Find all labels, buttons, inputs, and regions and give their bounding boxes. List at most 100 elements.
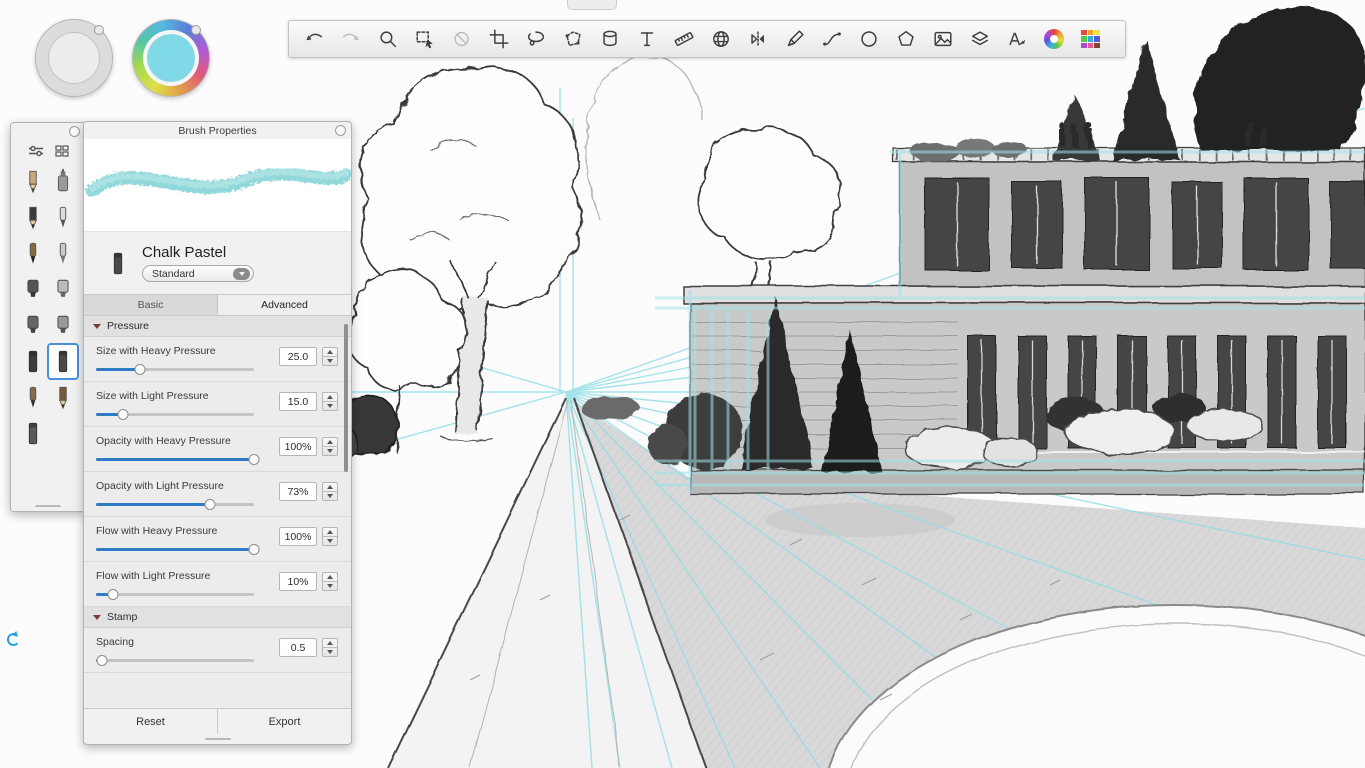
slider-thumb[interactable] xyxy=(248,543,260,555)
brush-settings-icon[interactable] xyxy=(28,145,44,157)
slider-thumb[interactable] xyxy=(96,654,108,666)
polyline-select-tool-button[interactable] xyxy=(554,22,591,56)
color-puck[interactable] xyxy=(132,19,210,97)
slider-track[interactable] xyxy=(96,543,260,555)
brush-puck-surface[interactable] xyxy=(48,32,100,84)
brush-broad-marker[interactable] xyxy=(48,308,78,343)
brush-charcoal[interactable] xyxy=(18,344,48,379)
value-field[interactable]: 10% xyxy=(279,572,317,591)
settings-scrollbar[interactable] xyxy=(344,324,348,472)
brush-properties-resize-handle[interactable] xyxy=(84,734,351,744)
brush-palette-menu-button[interactable] xyxy=(69,126,80,137)
brush-chisel-marker[interactable] xyxy=(48,272,78,307)
brush-marker[interactable] xyxy=(18,272,48,307)
value-field[interactable]: 25.0 xyxy=(279,347,317,366)
ruler-tool-button[interactable] xyxy=(665,22,702,56)
value-field[interactable]: 73% xyxy=(279,482,317,501)
value-field[interactable]: 15.0 xyxy=(279,392,317,411)
fill-tool-button[interactable] xyxy=(591,22,628,56)
symmetry-tool-button[interactable] xyxy=(739,22,776,56)
shapes-tool-button[interactable] xyxy=(887,22,924,56)
brush-puck-pin-icon[interactable] xyxy=(94,25,104,35)
brush-chalk-pastel[interactable] xyxy=(47,343,79,380)
crop-tool-button[interactable] xyxy=(480,22,517,56)
brush-fountain-pen[interactable] xyxy=(18,236,48,271)
export-button[interactable]: Export xyxy=(217,709,351,734)
brush-round-brush[interactable] xyxy=(48,236,78,271)
color-palette-button[interactable] xyxy=(1072,22,1109,56)
brush-palette-titlebar[interactable] xyxy=(11,123,85,140)
stepper-down-button[interactable] xyxy=(323,491,337,500)
lasso-tool-button[interactable] xyxy=(517,22,554,56)
brush-smudge[interactable] xyxy=(18,380,48,415)
text-tool-button[interactable] xyxy=(628,22,665,56)
value-field[interactable]: 0.5 xyxy=(279,638,317,657)
brush-thumbnail xyxy=(106,250,130,277)
slider-thumb[interactable] xyxy=(248,453,260,465)
perspective-guide-tool-button[interactable] xyxy=(702,22,739,56)
steady-stroke-tool-button[interactable] xyxy=(776,22,813,56)
slider-thumb[interactable] xyxy=(204,498,216,510)
stepper-down-button[interactable] xyxy=(323,401,337,410)
stepper-up-button[interactable] xyxy=(323,348,337,356)
brush-flat-marker[interactable] xyxy=(18,308,48,343)
current-color-swatch[interactable] xyxy=(147,34,195,82)
lettering-tool-button[interactable] xyxy=(998,22,1035,56)
stepper-up-button[interactable] xyxy=(323,573,337,581)
section-header-stamp[interactable]: Stamp xyxy=(84,607,351,628)
tab-advanced[interactable]: Advanced xyxy=(218,295,351,315)
color-wheel-button[interactable] xyxy=(1035,22,1072,56)
value-field[interactable]: 100% xyxy=(279,527,317,546)
deselect-button[interactable] xyxy=(443,22,480,56)
color-puck-ring[interactable] xyxy=(143,30,199,86)
slider-track[interactable] xyxy=(96,588,254,600)
stepper-down-button[interactable] xyxy=(323,446,337,455)
import-image-tool-button[interactable] xyxy=(924,22,961,56)
slider-thumb[interactable] xyxy=(107,588,119,600)
slider-track[interactable] xyxy=(96,498,254,510)
brush-library-icon[interactable] xyxy=(54,145,69,157)
stepper-down-button[interactable] xyxy=(323,647,337,656)
brush-pastel-pencil[interactable] xyxy=(48,380,78,415)
slider-thumb[interactable] xyxy=(117,408,129,420)
redo-button[interactable] xyxy=(332,22,369,56)
brush-ink-pen[interactable] xyxy=(18,200,48,235)
stepper-down-button[interactable] xyxy=(323,356,337,365)
undo-button[interactable] xyxy=(295,22,332,56)
brush-properties-menu-button[interactable] xyxy=(335,125,346,136)
brush-type-dropdown[interactable]: Standard xyxy=(142,265,254,282)
predictive-stroke-tool-button[interactable] xyxy=(813,22,850,56)
slider-track[interactable] xyxy=(96,363,254,375)
stepper-down-button[interactable] xyxy=(323,581,337,590)
brush-airbrush[interactable] xyxy=(48,164,78,199)
slider-track[interactable] xyxy=(96,654,254,666)
zoom-tool-button[interactable] xyxy=(369,22,406,56)
stepper-down-button[interactable] xyxy=(323,536,337,545)
brush-properties-titlebar[interactable]: Brush Properties xyxy=(84,122,351,139)
slider-track[interactable] xyxy=(96,453,260,465)
brush-puck[interactable] xyxy=(35,19,113,97)
predictive-stroke-tool-icon xyxy=(821,28,843,50)
value-field[interactable]: 100% xyxy=(279,437,317,456)
toolbar-collapse-handle[interactable] xyxy=(567,0,617,10)
stepper-up-button[interactable] xyxy=(323,393,337,401)
stepper-up-button[interactable] xyxy=(323,483,337,491)
section-header-pressure[interactable]: Pressure xyxy=(84,316,351,337)
brush-eraser[interactable] xyxy=(18,416,48,451)
stepper-up-button[interactable] xyxy=(323,639,337,647)
layers-tool-button[interactable] xyxy=(961,22,998,56)
brush-paintbrush[interactable] xyxy=(48,200,78,235)
setting-size-with-heavy-pressure: Size with Heavy Pressure 25.0 xyxy=(84,337,351,382)
slider-track[interactable] xyxy=(96,408,254,420)
stepper-up-button[interactable] xyxy=(323,438,337,446)
stepper-up-button[interactable] xyxy=(323,528,337,536)
brush-pencil[interactable] xyxy=(18,164,48,199)
brush-palette-resize-handle[interactable] xyxy=(11,501,85,511)
slider-thumb[interactable] xyxy=(134,363,146,375)
ellipse-tool-button[interactable] xyxy=(850,22,887,56)
reset-button[interactable]: Reset xyxy=(84,709,217,734)
select-tool-button[interactable] xyxy=(406,22,443,56)
tab-basic[interactable]: Basic xyxy=(84,295,218,315)
color-puck-pin-icon[interactable] xyxy=(191,25,201,35)
section-title: Pressure xyxy=(107,320,150,332)
